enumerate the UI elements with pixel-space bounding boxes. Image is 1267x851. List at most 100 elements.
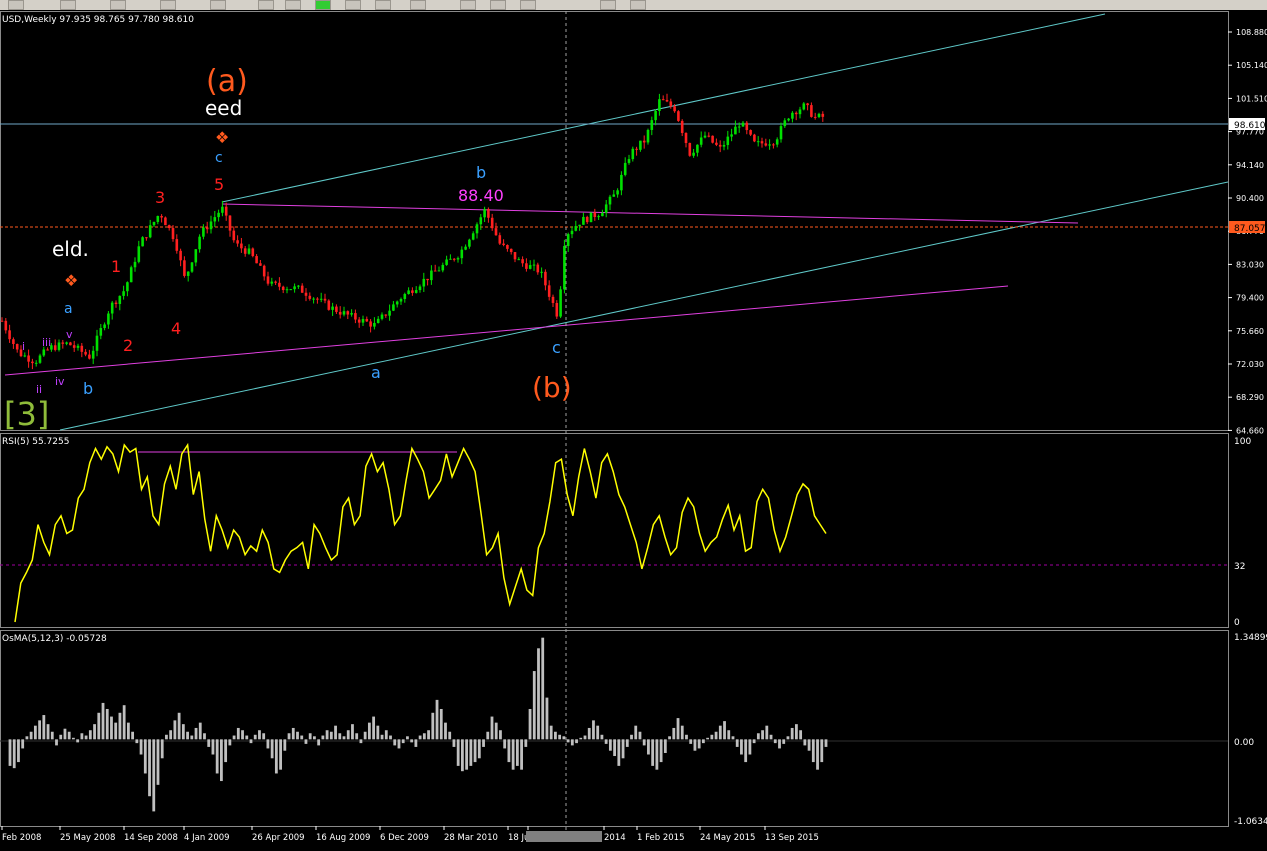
candle-body — [707, 135, 711, 137]
wave-label: iii — [42, 336, 51, 349]
candle-body — [126, 282, 129, 292]
osma-bar — [659, 739, 663, 763]
symbol-header: USD,Weekly 97.935 98.765 97.780 98.610 — [2, 15, 194, 25]
osma-bar — [435, 699, 439, 740]
price-tick-label: 83.030 — [1236, 260, 1264, 269]
osma-bar — [351, 724, 354, 740]
osma-bar — [372, 716, 376, 740]
channel-lower-line[interactable] — [59, 181, 1229, 431]
osma-bar — [258, 730, 261, 740]
osma-bar — [528, 708, 532, 740]
candle-body — [236, 240, 239, 244]
resistance-trendline[interactable] — [221, 203, 1079, 224]
candle-body — [536, 264, 540, 273]
candle-body — [521, 259, 524, 264]
osma-bar — [693, 739, 697, 751]
channel-upper-line[interactable] — [221, 13, 1106, 203]
osma-bar — [287, 733, 291, 740]
osma-bar — [359, 739, 363, 744]
candle-body — [76, 345, 80, 348]
candle-body — [433, 270, 437, 272]
osma-bar — [211, 739, 215, 755]
candle-body — [452, 258, 456, 260]
osma-bar — [621, 739, 625, 759]
candle-body — [247, 248, 251, 254]
candle-body — [692, 152, 695, 156]
candle-body — [160, 215, 163, 218]
osma-bar — [33, 725, 37, 740]
osma-bar — [122, 705, 126, 740]
candle-body — [471, 233, 475, 240]
osma-bar — [17, 739, 20, 763]
candle-body — [684, 132, 688, 144]
candle-body — [23, 355, 27, 357]
osma-bar — [279, 739, 282, 770]
candle-body — [544, 271, 547, 286]
price-chart[interactable]: 108.880105.140101.51097.77094.14090.4008… — [0, 0, 1267, 851]
osma-bar — [266, 739, 270, 749]
osma-bar — [782, 739, 786, 744]
price-tick-label: 72.030 — [1236, 360, 1264, 369]
candle-body — [156, 215, 160, 222]
wave-label: 4 — [171, 319, 181, 338]
osma-bar — [600, 734, 604, 740]
candle-body — [335, 306, 338, 312]
support-trendline[interactable] — [4, 285, 1009, 376]
osma-bar — [803, 739, 807, 746]
candle-body — [228, 215, 232, 231]
candle-body — [190, 262, 194, 272]
osma-bar — [558, 734, 562, 740]
candle-body — [559, 289, 562, 317]
candle-body — [129, 267, 133, 283]
candle-body — [392, 304, 395, 311]
candle-body — [388, 310, 391, 316]
candle-body — [821, 113, 825, 117]
candle-body — [661, 99, 665, 101]
osma-bar — [549, 725, 553, 740]
candle-body — [224, 206, 228, 216]
osma-bar — [452, 739, 456, 747]
candle-body — [490, 217, 494, 229]
candle-body — [483, 209, 486, 218]
candle-body — [69, 342, 72, 346]
candle-body — [61, 342, 65, 344]
candle-body — [27, 355, 30, 362]
osma-bar — [143, 739, 147, 774]
candle-body — [513, 252, 517, 260]
osma-bar — [545, 697, 549, 740]
candle-body — [209, 221, 213, 230]
osma-bar — [718, 725, 722, 740]
wave-label: iv — [55, 375, 65, 388]
osma-bar — [313, 736, 316, 740]
candle-body — [323, 298, 327, 301]
candle-body — [300, 285, 304, 293]
candle-body — [468, 239, 471, 247]
candle-body — [57, 342, 61, 350]
candle-body — [506, 244, 509, 249]
candle-body — [699, 137, 703, 145]
osma-bar — [12, 739, 16, 769]
candle-body — [365, 318, 369, 322]
wave-label: a — [371, 363, 381, 382]
osma-bar — [253, 734, 257, 740]
osma-bar — [668, 736, 671, 740]
osma-bar — [346, 730, 350, 740]
wave-label: 88.40 — [458, 186, 504, 205]
osma-bar — [575, 739, 578, 744]
candle-body — [646, 129, 650, 143]
osma-bar — [249, 739, 253, 744]
candle-body — [240, 243, 243, 249]
candle-body — [680, 120, 684, 133]
price-tick-label: 79.400 — [1236, 294, 1264, 303]
candle-body — [357, 319, 361, 323]
candle-body — [346, 311, 350, 315]
candle-body — [118, 295, 122, 305]
candle-body — [278, 282, 281, 287]
level-price-label: 87.057 — [1234, 224, 1266, 234]
osma-bar — [587, 727, 591, 740]
osma-bar — [427, 730, 430, 740]
candle-body — [12, 339, 15, 344]
candle-body — [456, 258, 460, 260]
candle-body — [221, 206, 224, 213]
candle-body — [281, 286, 285, 291]
